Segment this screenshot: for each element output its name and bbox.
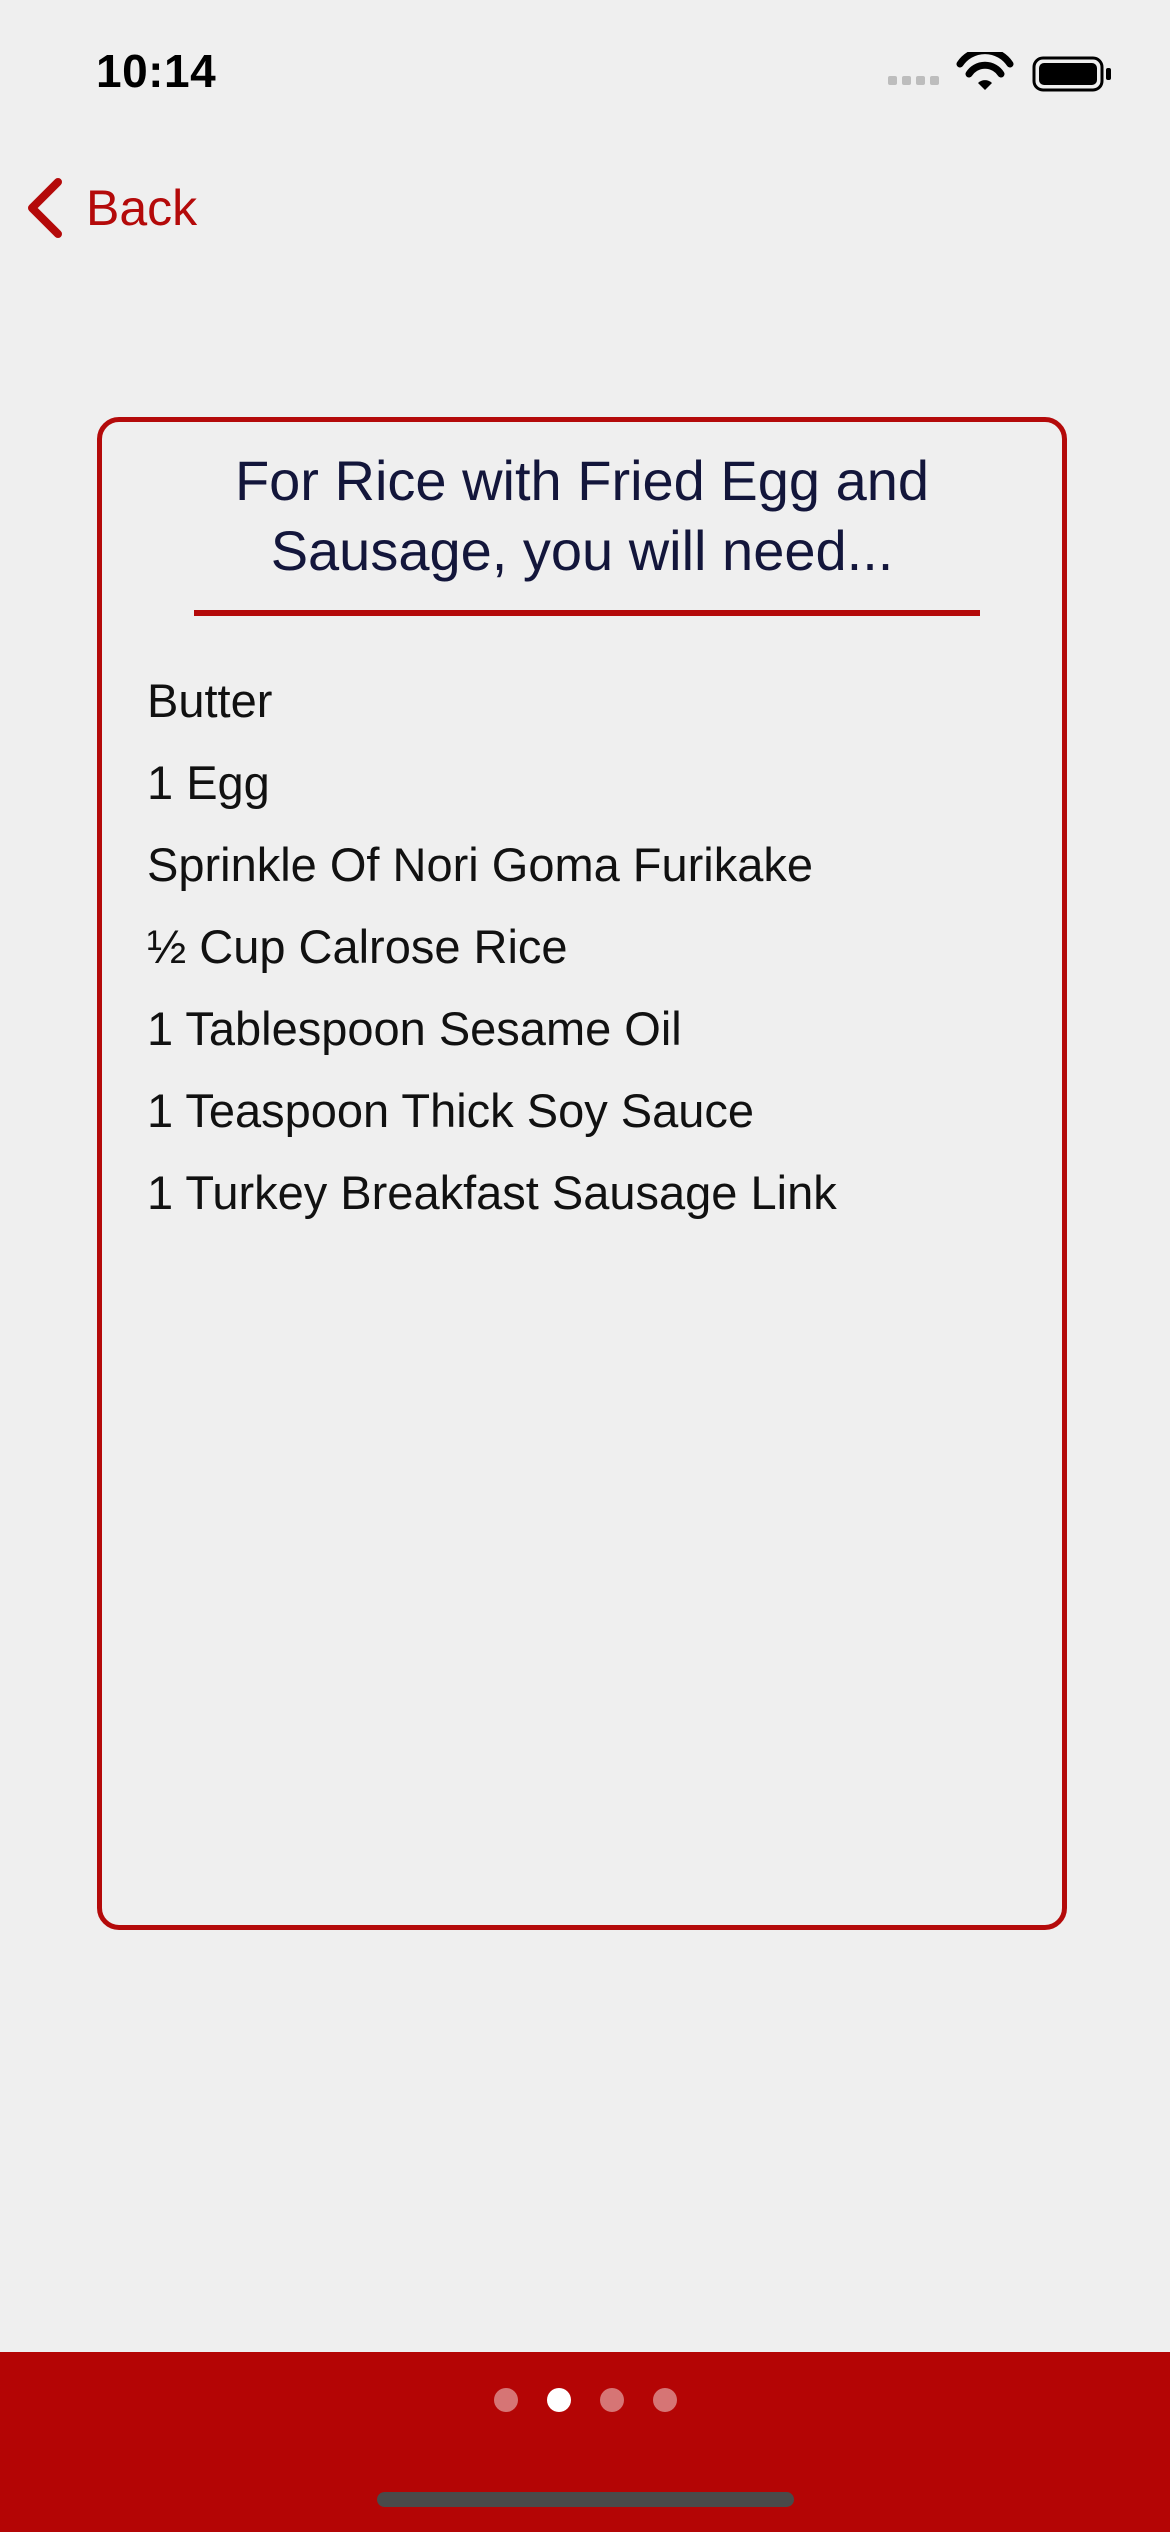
ingredient-item: 1 Teaspoon Thick Soy Sauce [147,1084,755,1137]
status-icons [888,52,1111,92]
title-divider [194,610,980,616]
ingredients-card: For Rice with Fried Egg and Sausage, you… [97,417,1067,1930]
battery-icon [1032,56,1111,92]
ingredient-item: ½ Cup Calrose Rice [147,920,568,973]
ingredient-item: 1 Turkey Breakfast Sausage Link [147,1166,837,1219]
back-button[interactable]: Back [22,168,197,248]
back-label: Back [86,180,198,236]
cellular-signal-icon [888,76,939,85]
home-indicator[interactable] [377,2492,794,2507]
page-dot-3[interactable] [599,2388,624,2412]
ingredient-item: 1 Egg [147,756,270,809]
bottom-bar [0,2352,1170,2532]
wifi-icon [956,52,1014,90]
page-dot-2[interactable] [546,2388,571,2412]
page-indicator[interactable] [0,2388,1170,2412]
ingredient-item: Butter [147,674,273,727]
card-title: For Rice with Fried Egg and Sausage, you… [234,449,930,582]
chevron-left-icon [28,178,62,238]
page-dot-1[interactable] [493,2388,518,2412]
status-bar: 10:14 [0,0,1170,140]
ingredient-item: 1 Tablespoon Sesame Oil [147,1002,682,1055]
page-dot-4[interactable] [652,2388,677,2412]
status-time: 10:14 [96,45,217,97]
ingredients-list: Butter 1 Egg Sprinkle Of Nori Goma Furik… [147,660,837,1234]
ingredient-item: Sprinkle Of Nori Goma Furikake [147,838,814,891]
